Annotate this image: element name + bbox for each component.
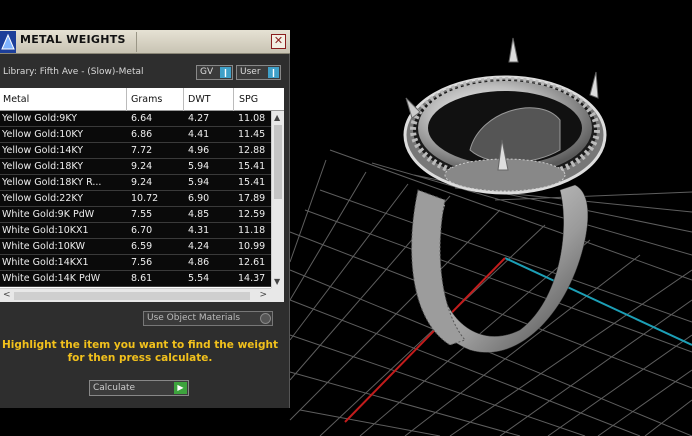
instruction-line-1: Highlight the item you want to find the … — [2, 339, 278, 351]
cell-dwt: 4.85 — [188, 209, 210, 220]
metal-weights-table: Metal Grams DWT SPG Yellow Gold:9KY 6.64 4… — [0, 88, 284, 288]
column-header-spg[interactable]: SPG — [239, 94, 258, 105]
titlebar-divider — [136, 32, 137, 52]
cell-metal: Yellow Gold:14KY — [2, 145, 84, 156]
cell-spg: 12.59 — [238, 209, 266, 220]
jewelry-cad-logo-icon — [0, 31, 16, 53]
cell-grams: 6.59 — [131, 241, 153, 252]
cell-spg: 11.08 — [238, 113, 266, 124]
toggle-knob-icon: ❙ — [268, 67, 279, 78]
radio-icon — [260, 313, 271, 324]
cell-dwt: 6.90 — [188, 193, 210, 204]
gv-toggle-label: GV — [200, 67, 214, 77]
cell-metal: Yellow Gold:18KY — [2, 161, 84, 172]
cell-grams: 7.55 — [131, 209, 153, 220]
table-row[interactable]: White Gold:9K PdW 7.55 4.85 12.59 — [0, 207, 271, 223]
table-row[interactable]: White Gold:10KX1 6.70 4.31 11.18 — [0, 223, 271, 239]
use-object-materials-label: Use Object Materials — [147, 313, 241, 323]
panel-titlebar[interactable]: METAL WEIGHTS ✕ — [0, 30, 290, 54]
cell-spg: 15.41 — [238, 161, 266, 172]
cell-grams: 10.72 — [131, 193, 159, 204]
cell-metal: White Gold:14K PdW — [2, 273, 101, 284]
user-toggle-label: User — [240, 67, 261, 77]
calculate-button[interactable]: Calculate ▶ — [89, 380, 189, 396]
cell-metal: Yellow Gold:9KY — [2, 113, 78, 124]
scrollbar-corner — [271, 288, 284, 302]
cell-metal: Yellow Gold:22KY — [2, 193, 84, 204]
cell-grams: 6.70 — [131, 225, 153, 236]
cell-dwt: 4.31 — [188, 225, 210, 236]
column-header-dwt[interactable]: DWT — [188, 94, 211, 105]
instruction-line-2: for then press calculate. — [67, 352, 213, 364]
play-arrow-icon[interactable]: ▶ — [174, 382, 187, 394]
column-divider[interactable] — [233, 88, 234, 111]
cell-spg: 11.45 — [238, 129, 266, 140]
cell-spg: 12.61 — [238, 257, 266, 268]
toggle-knob-icon: ❙ — [220, 67, 231, 78]
column-divider[interactable] — [183, 88, 184, 111]
panel-title: METAL WEIGHTS — [20, 33, 126, 46]
metal-weights-panel: METAL WEIGHTS ✕ Library: Fifth Ave - (Sl… — [0, 30, 290, 408]
cell-metal: Yellow Gold:18KY R... — [2, 177, 102, 188]
cell-grams: 6.86 — [131, 129, 153, 140]
horizontal-scrollbar[interactable]: < > — [0, 288, 271, 302]
gv-toggle[interactable]: GV ❙ — [196, 65, 233, 80]
cell-dwt: 4.24 — [188, 241, 210, 252]
cell-metal: Yellow Gold:10KY — [2, 129, 84, 140]
table-row[interactable]: Yellow Gold:10KY 6.86 4.41 11.45 — [0, 127, 271, 143]
cell-metal: White Gold:10KX1 — [2, 225, 89, 236]
cell-grams: 6.64 — [131, 113, 153, 124]
close-icon[interactable]: ✕ — [271, 34, 286, 49]
cell-dwt: 5.54 — [188, 273, 210, 284]
cell-dwt: 5.94 — [188, 161, 210, 172]
cell-metal: White Gold:9K PdW — [2, 209, 95, 220]
scroll-right-icon[interactable]: > — [259, 290, 267, 300]
cell-spg: 14.37 — [238, 273, 266, 284]
table-row[interactable]: Yellow Gold:14KY 7.72 4.96 12.88 — [0, 143, 271, 159]
column-divider[interactable] — [126, 88, 127, 111]
cell-spg: 15.41 — [238, 177, 266, 188]
table-row[interactable]: White Gold:14KX1 7.56 4.86 12.61 — [0, 255, 271, 271]
scroll-down-icon[interactable]: ▼ — [274, 277, 280, 286]
cell-dwt: 4.41 — [188, 129, 210, 140]
cell-spg: 12.88 — [238, 145, 266, 156]
column-header-metal[interactable]: Metal — [3, 94, 29, 105]
scrollbar-thumb[interactable] — [14, 292, 250, 300]
cell-grams: 7.56 — [131, 257, 153, 268]
table-body: Yellow Gold:9KY 6.64 4.27 11.08 Yellow Gold:… — [0, 111, 271, 287]
table-row[interactable]: Yellow Gold:18KY 9.24 5.94 15.41 — [0, 159, 271, 175]
cell-grams: 7.72 — [131, 145, 153, 156]
user-toggle[interactable]: User ❙ — [236, 65, 281, 80]
scroll-up-icon[interactable]: ▲ — [274, 113, 280, 122]
cell-spg: 11.18 — [238, 225, 266, 236]
cell-metal: White Gold:10KW — [2, 241, 86, 252]
table-row[interactable]: White Gold:10KW 6.59 4.24 10.99 — [0, 239, 271, 255]
column-header-grams[interactable]: Grams — [131, 94, 162, 105]
table-row[interactable]: White Gold:14K PdW 8.61 5.54 14.37 — [0, 271, 271, 287]
cell-grams: 9.24 — [131, 177, 153, 188]
table-row[interactable]: Yellow Gold:9KY 6.64 4.27 11.08 — [0, 111, 271, 127]
cell-spg: 10.99 — [238, 241, 266, 252]
cell-spg: 17.89 — [238, 193, 266, 204]
cell-metal: White Gold:14KX1 — [2, 257, 89, 268]
table-header: Metal Grams DWT SPG — [0, 88, 284, 111]
scrollbar-thumb[interactable] — [274, 125, 282, 199]
instruction-text: Highlight the item you want to find the … — [0, 339, 280, 365]
vertical-scrollbar[interactable]: ▲ ▼ — [271, 111, 284, 288]
use-object-materials-toggle[interactable]: Use Object Materials — [143, 311, 273, 326]
cell-dwt: 4.86 — [188, 257, 210, 268]
library-label: Library: Fifth Ave - (Slow)-Metal — [3, 67, 144, 77]
cell-grams: 9.24 — [131, 161, 153, 172]
cell-dwt: 4.96 — [188, 145, 210, 156]
cell-dwt: 4.27 — [188, 113, 210, 124]
cell-dwt: 5.94 — [188, 177, 210, 188]
table-row[interactable]: Yellow Gold:18KY R... 9.24 5.94 15.41 — [0, 175, 271, 191]
table-row[interactable]: Yellow Gold:22KY 10.72 6.90 17.89 — [0, 191, 271, 207]
scroll-left-icon[interactable]: < — [3, 290, 11, 300]
calculate-label: Calculate — [93, 383, 136, 393]
cell-grams: 8.61 — [131, 273, 153, 284]
